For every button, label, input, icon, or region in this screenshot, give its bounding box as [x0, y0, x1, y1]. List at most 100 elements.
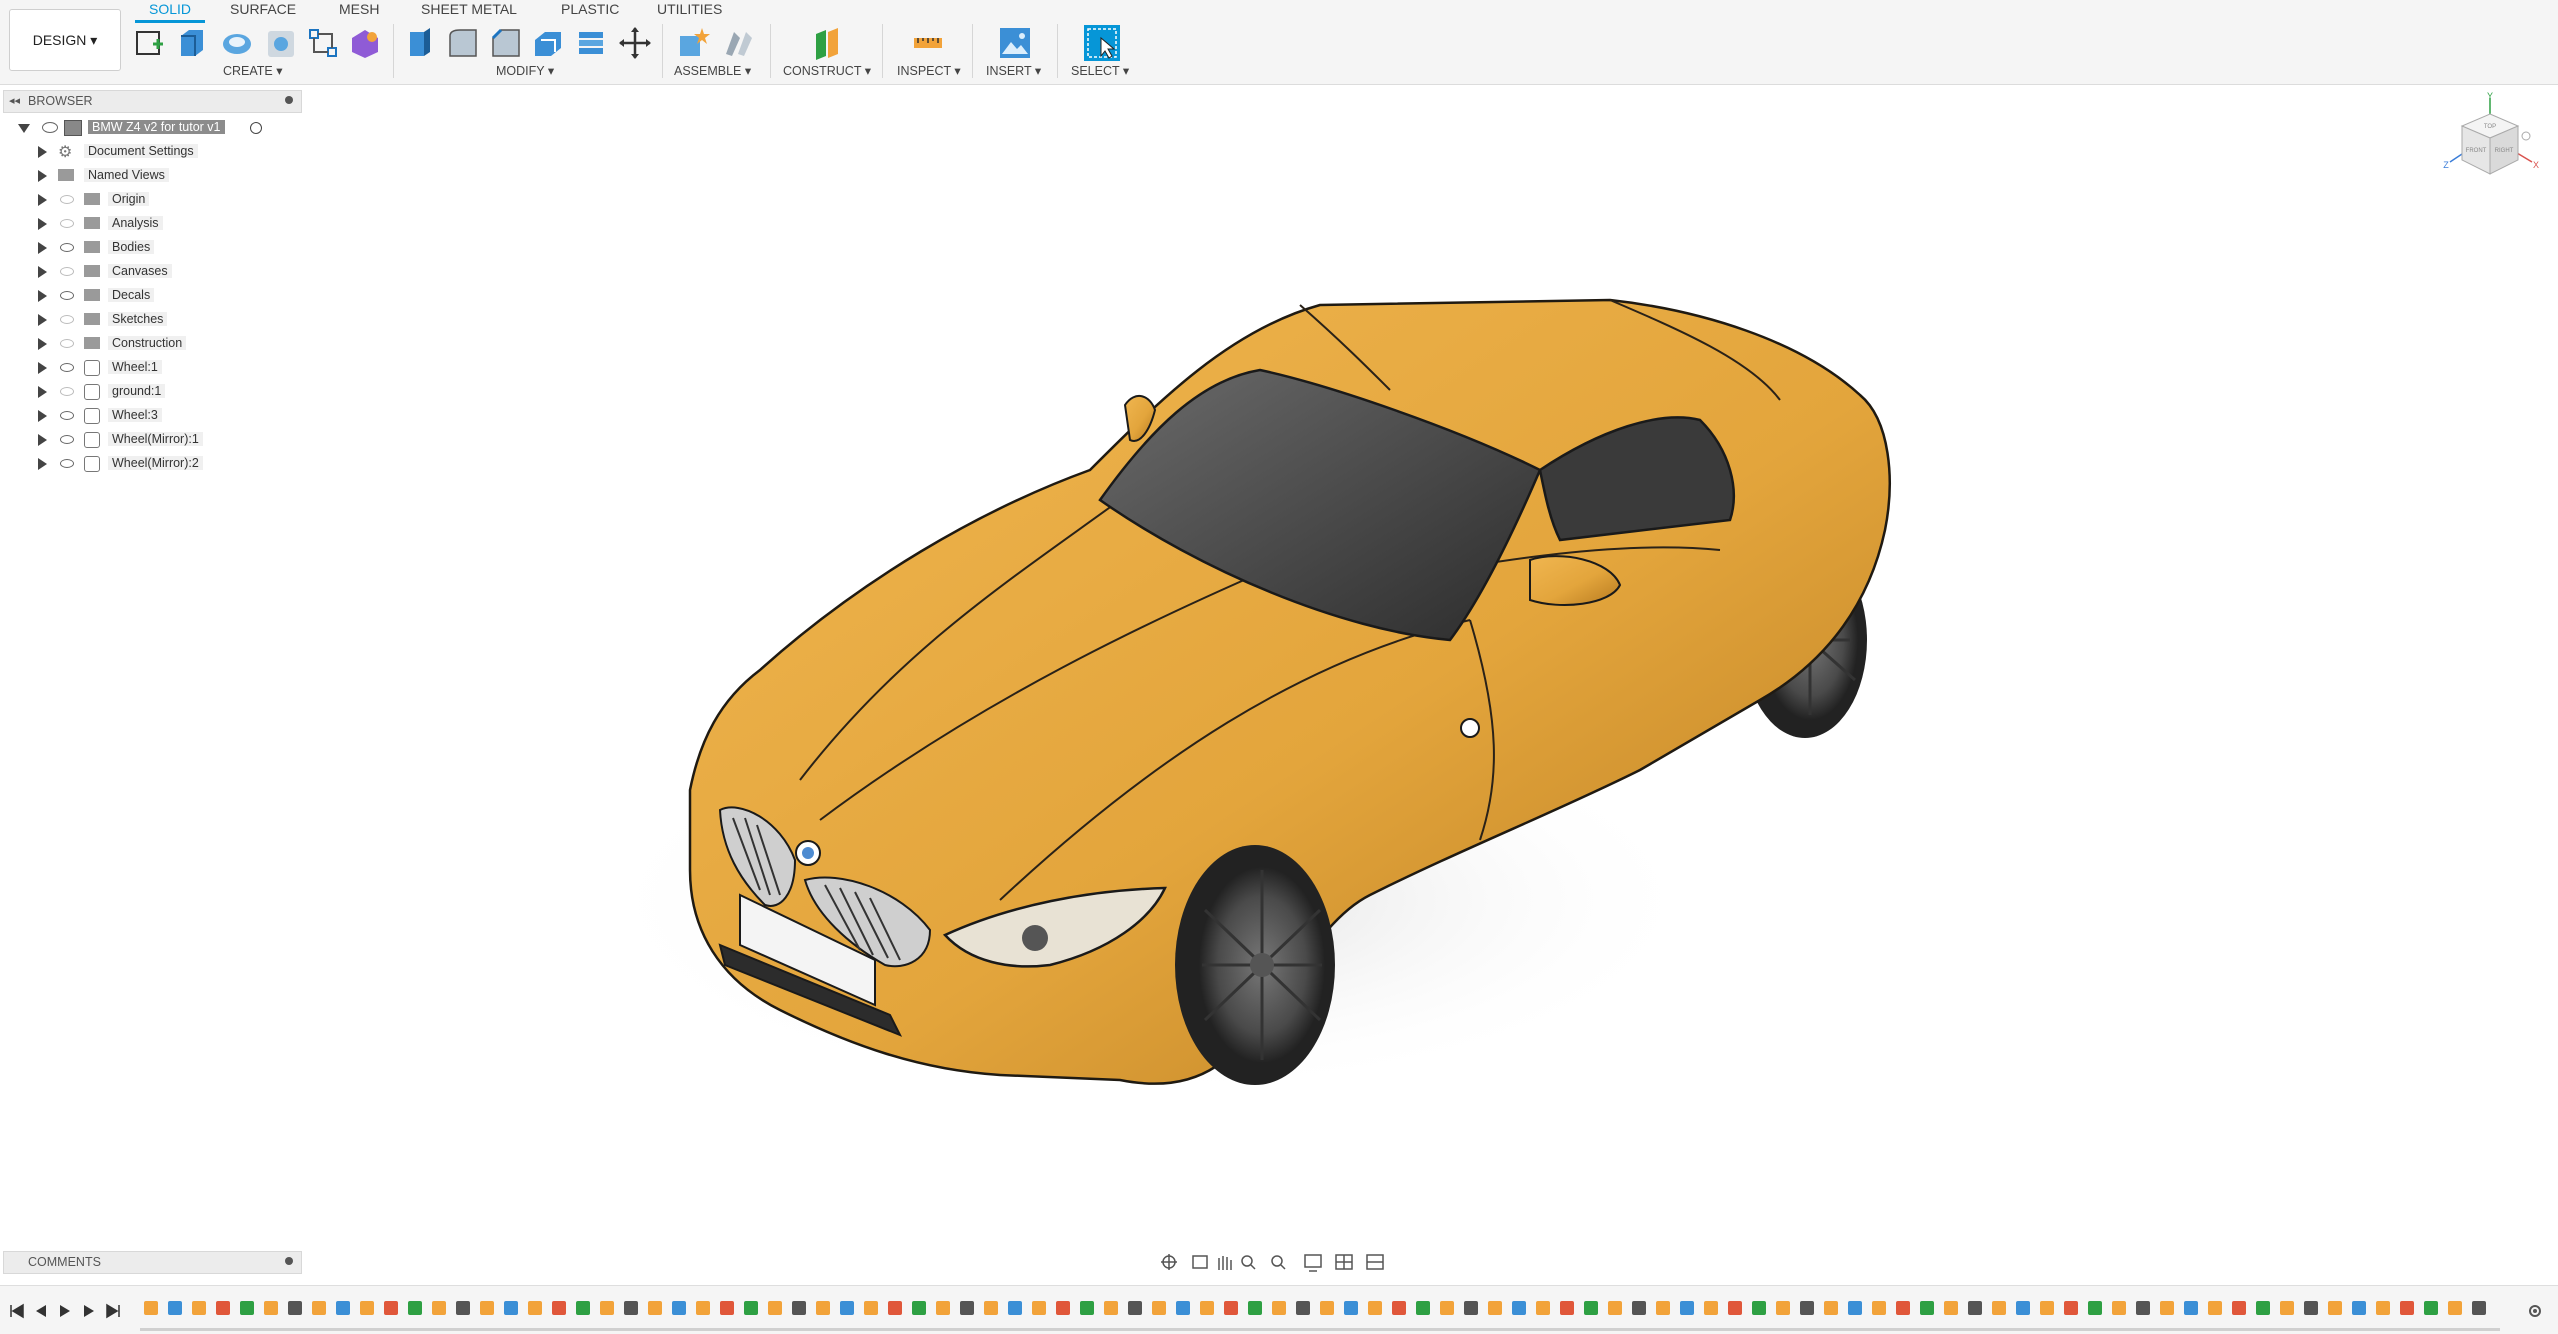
3d-viewport[interactable] [0, 86, 2558, 1276]
expand-toggle-icon[interactable] [38, 386, 47, 398]
look-at-icon[interactable] [1192, 1255, 1208, 1269]
expand-toggle-icon[interactable] [38, 362, 47, 374]
visibility-eye-icon[interactable] [60, 387, 74, 396]
timeline-feature-icon[interactable] [816, 1301, 830, 1315]
timeline-feature-icon[interactable] [1656, 1301, 1670, 1315]
workspace-switcher-button[interactable]: DESIGN ▾ [9, 9, 121, 71]
timeline-feature-icon[interactable] [720, 1301, 734, 1315]
visibility-eye-icon[interactable] [60, 363, 74, 372]
modify-menu[interactable]: MODIFY ▾ [496, 63, 554, 78]
timeline-feature-icon[interactable] [1272, 1301, 1286, 1315]
timeline-feature-icon[interactable] [1176, 1301, 1190, 1315]
timeline-feature-icon[interactable] [1560, 1301, 1574, 1315]
timeline-feature-icon[interactable] [2208, 1301, 2222, 1315]
visibility-eye-icon[interactable] [60, 219, 74, 228]
timeline-feature-icon[interactable] [2400, 1301, 2414, 1315]
timeline-feature-icon[interactable] [1752, 1301, 1766, 1315]
expand-toggle-icon[interactable] [38, 338, 47, 350]
timeline-feature-icon[interactable] [1608, 1301, 1622, 1315]
chamfer-icon[interactable] [489, 26, 523, 60]
timeline-feature-icon[interactable] [696, 1301, 710, 1315]
timeline-feature-icon[interactable] [480, 1301, 494, 1315]
browser-root-row[interactable]: BMW Z4 v2 for tutor v1 [0, 117, 300, 139]
browser-item-wheel-1[interactable]: Wheel:1 [0, 357, 300, 379]
tab-solid[interactable]: SOLID [149, 1, 191, 17]
home-view-icon[interactable] [2521, 131, 2531, 141]
browser-item-origin[interactable]: Origin [0, 189, 300, 211]
visibility-eye-icon[interactable] [60, 435, 74, 444]
timeline-settings-gear-icon[interactable] [2526, 1302, 2544, 1320]
tab-utilities[interactable]: UTILITIES [657, 1, 722, 17]
offset-plane-icon[interactable] [810, 26, 844, 60]
timeline-feature-icon[interactable] [2136, 1301, 2150, 1315]
timeline-feature-icon[interactable] [1296, 1301, 1310, 1315]
browser-item-wheel-3[interactable]: Wheel:3 [0, 405, 300, 427]
browser-item-bodies[interactable]: Bodies [0, 237, 300, 259]
timeline-feature-icon[interactable] [2088, 1301, 2102, 1315]
expand-toggle-icon[interactable] [38, 290, 47, 302]
browser-item-decals[interactable]: Decals [0, 285, 300, 307]
orbit-icon[interactable] [1161, 1254, 1177, 1270]
timeline-feature-icon[interactable] [1008, 1301, 1022, 1315]
timeline-scrollbar[interactable] [140, 1328, 2500, 1331]
timeline-feature-icon[interactable] [2016, 1301, 2030, 1315]
create-menu[interactable]: CREATE ▾ [223, 63, 283, 78]
timeline-feature-icon[interactable] [408, 1301, 422, 1315]
browser-item-canvases[interactable]: Canvases [0, 261, 300, 283]
browser-item-wheel-mirror-2[interactable]: Wheel(Mirror):2 [0, 453, 300, 475]
timeline-feature-icon[interactable] [2256, 1301, 2270, 1315]
timeline-feature-icon[interactable] [336, 1301, 350, 1315]
browser-item-named-views[interactable]: Named Views [0, 165, 300, 187]
timeline-feature-icon[interactable] [2280, 1301, 2294, 1315]
tab-mesh[interactable]: MESH [339, 1, 379, 17]
timeline-feature-icon[interactable] [744, 1301, 758, 1315]
viewports-icon[interactable] [1366, 1254, 1384, 1270]
visibility-eye-icon[interactable] [42, 122, 58, 133]
fillet-icon[interactable] [446, 26, 480, 60]
timeline-feature-icon[interactable] [1320, 1301, 1334, 1315]
step-forward-icon[interactable] [80, 1302, 98, 1320]
go-to-end-icon[interactable] [104, 1302, 122, 1320]
timeline-feature-icon[interactable] [2232, 1301, 2246, 1315]
timeline-feature-icon[interactable] [792, 1301, 806, 1315]
visibility-eye-icon[interactable] [60, 459, 74, 468]
expand-toggle-icon[interactable] [38, 314, 47, 326]
new-component-icon[interactable] [676, 26, 710, 60]
browser-panel-header[interactable]: ◂◂ BROWSER [3, 90, 302, 113]
timeline-feature-icon[interactable] [888, 1301, 902, 1315]
display-settings-icon[interactable] [1304, 1254, 1322, 1272]
go-to-start-icon[interactable] [8, 1302, 26, 1320]
viewcube[interactable]: TOP FRONT RIGHT Y X Z [2440, 92, 2540, 192]
timeline-feature-icon[interactable] [2160, 1301, 2174, 1315]
timeline-feature-icon[interactable] [552, 1301, 566, 1315]
expand-toggle-icon[interactable] [38, 458, 47, 470]
timeline-feature-icon[interactable] [2064, 1301, 2078, 1315]
timeline-feature-icon[interactable] [1344, 1301, 1358, 1315]
measure-icon[interactable] [911, 26, 945, 60]
timeline-feature-icon[interactable] [1536, 1301, 1550, 1315]
browser-item-ground-1[interactable]: ground:1 [0, 381, 300, 403]
revolve-icon[interactable] [220, 26, 254, 60]
tab-surface[interactable]: SURFACE [230, 1, 296, 17]
timeline-feature-icon[interactable] [2184, 1301, 2198, 1315]
joint-icon[interactable] [720, 26, 754, 60]
timeline-feature-icon[interactable] [1104, 1301, 1118, 1315]
timeline-feature-icon[interactable] [1128, 1301, 1142, 1315]
assemble-menu[interactable]: ASSEMBLE ▾ [674, 63, 751, 78]
timeline-feature-icon[interactable] [1800, 1301, 1814, 1315]
timeline-feature-icon[interactable] [384, 1301, 398, 1315]
timeline-feature-icon[interactable] [1392, 1301, 1406, 1315]
timeline-feature-icon[interactable] [2448, 1301, 2462, 1315]
browser-item-wheel-mirror-1[interactable]: Wheel(Mirror):1 [0, 429, 300, 451]
comments-panel-header[interactable]: COMMENTS [3, 1251, 302, 1274]
front-wheel[interactable] [1175, 845, 1335, 1085]
timeline-features[interactable] [140, 1294, 2500, 1324]
expand-toggle-icon[interactable] [38, 266, 47, 278]
timeline-feature-icon[interactable] [2304, 1301, 2318, 1315]
timeline-feature-icon[interactable] [1992, 1301, 2006, 1315]
create-form-icon[interactable] [348, 26, 382, 60]
timeline-feature-icon[interactable] [1224, 1301, 1238, 1315]
timeline-feature-icon[interactable] [2376, 1301, 2390, 1315]
grid-settings-icon[interactable] [1335, 1254, 1353, 1270]
timeline-feature-icon[interactable] [960, 1301, 974, 1315]
